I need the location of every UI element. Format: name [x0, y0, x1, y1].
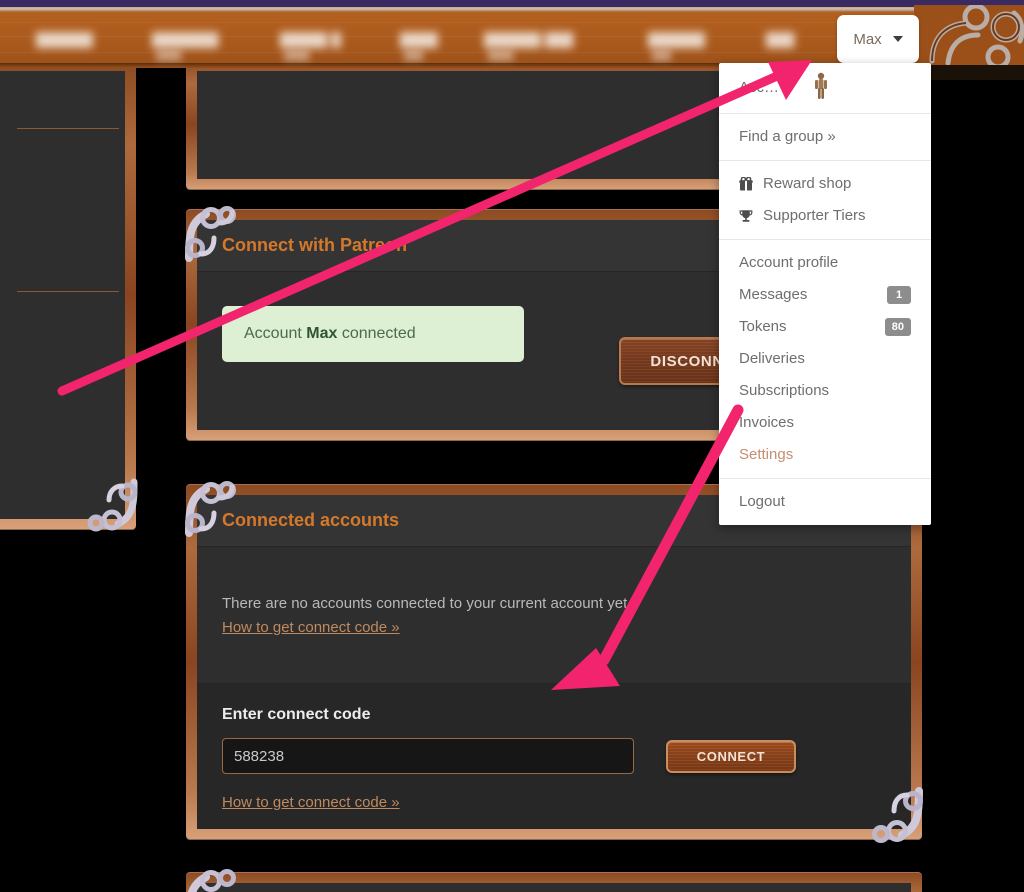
- top-accent-strip: [0, 0, 1024, 7]
- navbar-item-sub-3: ███: [404, 50, 423, 60]
- how-to-get-connect-code-link-bottom[interactable]: How to get connect code »: [222, 794, 400, 811]
- code-input-row: CONNECT: [222, 738, 886, 774]
- dropdown-section-4: Logout: [719, 478, 931, 525]
- navbar-item-2[interactable]: █████ █: [280, 32, 356, 47]
- dropdown-item-label: Settings: [739, 445, 793, 465]
- dropdown-item-supporter-tiers[interactable]: Supporter Tiers: [719, 200, 931, 232]
- dropdown-item-label: Acc…: [739, 78, 779, 98]
- dropdown-item-label: Account profile: [739, 253, 838, 273]
- connect-button[interactable]: CONNECT: [666, 740, 796, 773]
- navbar-item-5[interactable]: ██████: [648, 32, 732, 47]
- dropdown-section-2: Reward shop Supporter Tiers: [719, 160, 931, 239]
- dropdown-section-0: Acc…: [719, 63, 931, 113]
- navbar-item-sub-1: ████: [156, 50, 182, 60]
- dropdown-item-label: Messages: [739, 285, 807, 305]
- dropdown-item-label: Supporter Tiers: [763, 206, 866, 226]
- dropdown-item-label: Logout: [739, 492, 785, 512]
- navbar-item-sub-5: ███: [652, 50, 671, 60]
- left-partial-panel: [0, 60, 136, 530]
- panel-title: Connect with Patreon: [222, 235, 407, 256]
- dropdown-item-reward-shop[interactable]: Reward shop: [719, 168, 931, 200]
- divider: [17, 128, 119, 129]
- navbar-item-4[interactable]: ██████ ███: [484, 32, 604, 47]
- dropdown-item-label: Reward shop: [763, 174, 851, 194]
- panel-inner: [197, 883, 911, 892]
- navbar-item-sub-4: ████: [488, 50, 514, 60]
- avatar-figure-icon: [813, 72, 829, 102]
- how-to-get-connect-code-link-top[interactable]: How to get connect code »: [222, 619, 400, 636]
- page-root: DISCONNECT Connect with Patreon Account …: [0, 0, 1024, 892]
- dropdown-item-label: Invoices: [739, 413, 794, 433]
- dropdown-item-messages[interactable]: Messages 1: [719, 279, 931, 311]
- navbar-item-6[interactable]: ███: [766, 32, 808, 47]
- navbar-items: ██████████████████████ █████████████████…: [0, 12, 840, 68]
- enter-connect-code-label: Enter connect code: [222, 706, 886, 724]
- dropdown-item-account-profile[interactable]: Account profile: [719, 247, 931, 279]
- user-dropdown-button[interactable]: Max: [837, 15, 919, 63]
- chevron-down-icon: [893, 36, 903, 42]
- dropdown-item-deliveries[interactable]: Deliveries: [719, 343, 931, 375]
- connect-code-input[interactable]: [222, 738, 634, 774]
- user-dropdown-menu[interactable]: Acc… Find a group » Reward shop Supporter T…: [719, 63, 931, 525]
- dropdown-item-badge: 80: [885, 318, 911, 336]
- bottom-partial-panel: [186, 872, 922, 892]
- alert-prefix: Account: [244, 325, 306, 342]
- navbar-item-3[interactable]: ████: [400, 32, 456, 47]
- gift-icon: [739, 177, 763, 191]
- dropdown-item-invoices[interactable]: Invoices: [719, 407, 931, 439]
- dropdown-section-1: Find a group »: [719, 113, 931, 160]
- navbar-item-0[interactable]: ██████: [36, 32, 114, 47]
- trophy-icon: [739, 209, 763, 223]
- dropdown-section-3: Account profile Messages 1 Tokens 80 Deliveri…: [719, 239, 931, 478]
- divider: [17, 291, 119, 292]
- navbar-item-sub-2: ████: [284, 50, 310, 60]
- empty-state-text: There are no accounts connected to your …: [222, 595, 886, 612]
- dropdown-item-label: Tokens: [739, 317, 787, 337]
- dropdown-item-label: Find a group »: [739, 127, 836, 147]
- panel-title: Connected accounts: [222, 510, 399, 531]
- dropdown-item-logout[interactable]: Logout: [719, 486, 931, 518]
- dropdown-item-subscriptions[interactable]: Subscriptions: [719, 375, 931, 407]
- user-name-label: Max: [853, 31, 881, 48]
- panel-inner: [0, 71, 125, 519]
- alert-account-name: Max: [306, 325, 337, 342]
- dropdown-item-label: Deliveries: [739, 349, 805, 369]
- dropdown-item-badge: 1: [887, 286, 911, 304]
- dropdown-item-account-row[interactable]: Acc…: [719, 70, 931, 106]
- panel-inner: Connected accounts There are no accounts…: [197, 495, 911, 829]
- connected-accounts-panel: Connected accounts There are no accounts…: [186, 484, 922, 840]
- dropdown-item-label: Subscriptions: [739, 381, 829, 401]
- dropdown-item-tokens[interactable]: Tokens 80: [719, 311, 931, 343]
- alert-suffix: connected: [337, 325, 415, 342]
- dropdown-item-settings[interactable]: Settings: [719, 439, 931, 471]
- dropdown-item-find-a-group[interactable]: Find a group »: [719, 121, 931, 153]
- empty-state-section: There are no accounts connected to your …: [197, 547, 911, 683]
- navbar-item-1[interactable]: ███████: [152, 32, 238, 47]
- enter-code-section: Enter connect code CONNECT How to get co…: [197, 684, 911, 829]
- account-connected-alert: Account Max connected: [222, 306, 524, 362]
